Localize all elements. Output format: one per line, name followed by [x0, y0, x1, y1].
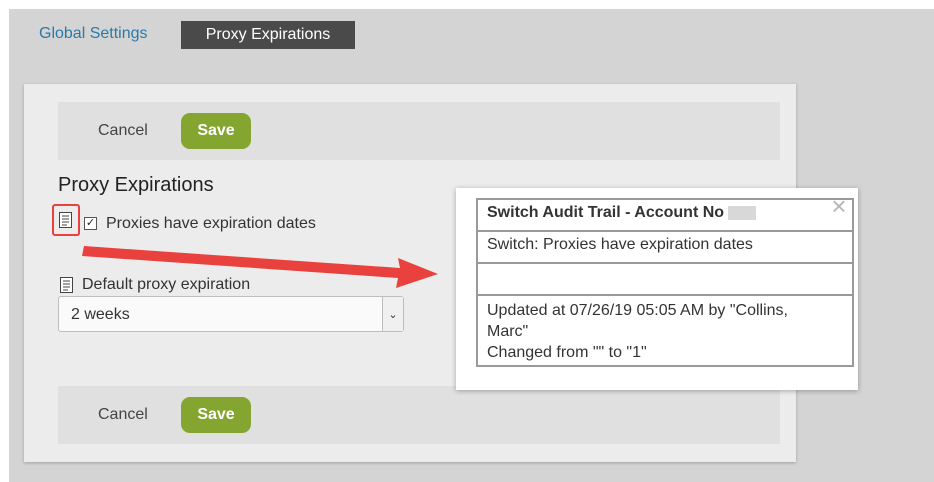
audit-empty-row: [478, 262, 852, 294]
masked-account-number: [728, 205, 757, 220]
document-icon[interactable]: [59, 212, 72, 228]
cancel-button[interactable]: Cancel: [98, 406, 148, 424]
document-icon[interactable]: [60, 277, 73, 293]
updated-line-2: Marc": [487, 323, 529, 340]
chevron-down-icon[interactable]: ⌄: [382, 297, 403, 331]
audit-table: Switch Audit Trail - Account No Switch: …: [476, 198, 854, 367]
tab-bar: Global Settings Proxy Expirations: [9, 9, 934, 69]
select-value: 2 weeks: [71, 306, 130, 323]
audit-trail-popup: × Switch Audit Trail - Account No Switch…: [456, 188, 858, 390]
updated-line-1: Updated at 07/26/19 05:05 AM by "Collins…: [487, 302, 788, 319]
cancel-button[interactable]: Cancel: [98, 122, 148, 140]
tab-global-settings[interactable]: Global Settings: [39, 25, 148, 43]
save-button[interactable]: Save: [181, 113, 251, 149]
save-button[interactable]: Save: [181, 397, 251, 433]
expiration-checkbox[interactable]: ✓: [84, 217, 97, 230]
audit-title-row: Switch Audit Trail - Account No: [478, 200, 852, 230]
changed-line: Changed from "" to "1": [487, 344, 647, 361]
tab-proxy-expirations[interactable]: Proxy Expirations: [181, 21, 355, 49]
audit-title: Switch Audit Trail - Account No: [487, 204, 725, 221]
audit-update-row: Updated at 07/26/19 05:05 AM by "Collins…: [478, 294, 852, 365]
section-title: Proxy Expirations: [58, 174, 214, 196]
default-expiration-select[interactable]: 2 weeks ⌄: [58, 296, 404, 332]
audit-switch-row: Switch: Proxies have expiration dates: [478, 230, 852, 262]
bottom-action-bar: Cancel Save: [58, 386, 780, 444]
default-expiration-label: Default proxy expiration: [82, 276, 251, 293]
top-action-bar: Cancel Save: [58, 102, 780, 160]
checkbox-label: Proxies have expiration dates: [106, 215, 316, 232]
